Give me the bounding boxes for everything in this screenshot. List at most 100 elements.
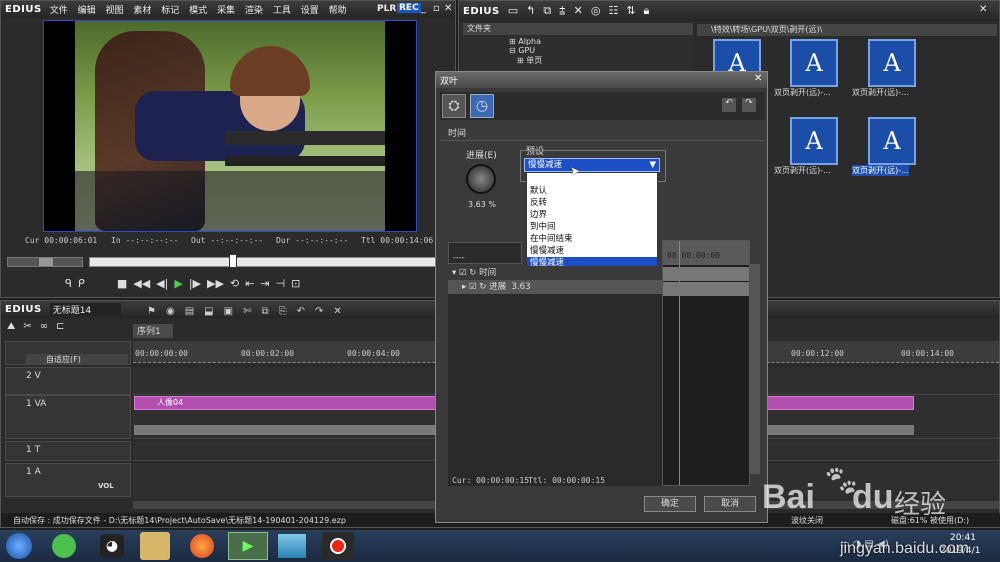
taskbar-app-refresh-icon[interactable] (52, 534, 76, 558)
progress-knob[interactable] (466, 164, 496, 194)
set-out-icon[interactable]: ᑭ (78, 277, 85, 293)
mode-icon[interactable]: ⛰ (7, 321, 15, 335)
new-seq-icon[interactable]: ⚑ (147, 306, 156, 320)
effect-label-4[interactable]: 双页剥开(远)-... (774, 165, 831, 176)
cancel-button[interactable]: 取消 (704, 496, 756, 512)
taskbar-app-edius-icon[interactable]: ▶ (228, 532, 268, 560)
effect-label-3[interactable]: 双页剥开(远)-... (852, 87, 909, 98)
taskbar-app-explorer-icon[interactable] (140, 532, 170, 560)
auto-label[interactable]: 自适应(F) (26, 354, 128, 365)
effect-thumb-3[interactable]: A (868, 39, 916, 87)
position-slider[interactable] (89, 257, 447, 267)
menu-marker[interactable]: 标记 (161, 6, 179, 16)
redo-icon[interactable]: ↷ (315, 306, 323, 320)
dialog-redo-icon[interactable]: ↷ (742, 98, 756, 112)
align-icon[interactable]: ⩲ (559, 4, 565, 18)
restore-icon[interactable]: ▫ (433, 3, 440, 14)
preset-option-border[interactable]: 边界 (527, 209, 657, 221)
rewind-icon[interactable]: ◀◀ (133, 277, 150, 293)
scissors-icon[interactable]: ✄ (243, 306, 251, 320)
new-file-icon[interactable]: ▤ (185, 306, 194, 320)
tab-time[interactable]: 时间 (444, 126, 474, 140)
stop-icon[interactable]: ■ (117, 277, 127, 293)
bin-close-icon[interactable]: ✕ (979, 4, 987, 15)
start-button[interactable] (6, 533, 32, 559)
delete-tl-icon[interactable]: ✕ (333, 306, 341, 320)
taskbar-app-record-icon[interactable] (322, 532, 354, 560)
preset-option-end-middle[interactable]: 在中间结束 (527, 233, 657, 245)
vol-label[interactable]: VOL (98, 482, 114, 490)
export-icon[interactable]: ⊡ (291, 277, 300, 293)
save-icon[interactable]: ▣ (224, 306, 233, 320)
menu-clip[interactable]: 素材 (133, 6, 151, 16)
effect-thumb-2[interactable]: A (790, 39, 838, 87)
track-header-2v[interactable]: 2 V (5, 367, 131, 395)
cut-icon[interactable]: ✂ (23, 321, 31, 335)
preset-option-default[interactable]: 默认 (527, 185, 657, 197)
menu-edit[interactable]: 编辑 (78, 6, 96, 16)
menu-settings[interactable]: 设置 (301, 6, 319, 16)
link-icon[interactable]: ∞ (40, 321, 48, 335)
position-handle[interactable] (229, 254, 237, 268)
tree-alpha[interactable]: ⊞ Alpha (463, 37, 693, 46)
minimize-icon[interactable]: _ (421, 3, 426, 14)
close-icon[interactable]: ✕ (444, 3, 452, 14)
tree-row-progress[interactable]: ▸ ☑ ↻ 进展 3.63 (448, 280, 662, 294)
properties-icon[interactable]: ◎ (591, 4, 601, 18)
lock-icon[interactable]: 🔒︎ (644, 4, 650, 18)
keyframe-nav[interactable]: ---- (448, 242, 522, 264)
effect-thumb-5[interactable]: A (868, 117, 916, 165)
loop-icon[interactable]: ⟲ (230, 277, 239, 293)
track-header-1va[interactable]: 1 VA (5, 395, 131, 439)
preset-option-ease-1[interactable]: 慢慢减速 (527, 245, 657, 257)
copy-tl-icon[interactable]: ⧉ (261, 306, 268, 320)
track-header-1t[interactable]: 1 T (5, 441, 131, 461)
menu-view[interactable]: 视图 (105, 6, 123, 16)
menu-help[interactable]: 帮助 (329, 6, 347, 16)
taskbar-app-firefox-icon[interactable] (190, 534, 214, 558)
copy-icon[interactable]: ⧉ (543, 4, 551, 18)
paste-icon[interactable]: ⎘ (279, 306, 287, 320)
sort-icon[interactable]: ⇅ (626, 4, 635, 18)
track-header-1a[interactable]: 1 A VOL (5, 463, 131, 497)
effect-label-5-selected[interactable]: 双页剥开(远)-... (852, 165, 909, 176)
tree-single[interactable]: ⊞ 单页 (463, 55, 693, 66)
tree-gpu[interactable]: ⊟ GPU (463, 46, 693, 55)
match-frame-icon[interactable]: ⊣ (276, 277, 286, 293)
preset-option-to-middle[interactable]: 到中间 (527, 221, 657, 233)
effect-label-2[interactable]: 双页剥开(远)-... (774, 87, 831, 98)
menu-file[interactable]: 文件 (50, 6, 68, 16)
step-forward-icon[interactable]: |▶ (189, 277, 201, 293)
undo-icon[interactable]: ↶ (297, 306, 305, 320)
up-icon[interactable]: ↰ (526, 4, 535, 18)
keyframe-timeline[interactable]: 00:00:00:00 (662, 240, 750, 486)
view-icon[interactable]: ☷ (608, 4, 618, 18)
plr-label[interactable]: PLR (377, 4, 396, 14)
delete-icon[interactable]: ✕ (574, 4, 583, 18)
dialog-close-icon[interactable]: ✕ (754, 73, 762, 84)
timer-icon[interactable]: ◷ (470, 94, 494, 118)
menu-capture[interactable]: 采集 (217, 6, 235, 16)
menu-render[interactable]: 渲染 (245, 6, 263, 16)
palette-icon[interactable]: ⛭ (442, 94, 466, 118)
tree-row-time[interactable]: ▾ ☑ ↻ 时间 (448, 266, 662, 280)
step-back-icon[interactable]: ◀| (156, 277, 168, 293)
capture-icon[interactable]: ◉ (166, 306, 175, 320)
menu-mode[interactable]: 模式 (189, 6, 207, 16)
play-icon[interactable]: ▶ (174, 277, 182, 293)
shuttle-handle[interactable] (39, 258, 53, 266)
overwrite-icon[interactable]: ⇥ (260, 277, 269, 293)
insert-icon[interactable]: ⇤ (245, 277, 254, 293)
open-icon[interactable]: ⬓ (204, 306, 213, 320)
ok-button[interactable]: 确定 (644, 496, 696, 512)
taskbar-app-window-icon[interactable] (278, 534, 306, 558)
rec-label[interactable]: REC (397, 3, 421, 13)
dialog-undo-icon[interactable]: ↶ (722, 98, 736, 112)
set-in-icon[interactable]: ᑫ (65, 277, 72, 293)
kf-scrollbar[interactable] (750, 264, 760, 474)
taskbar-app-qq-icon[interactable]: ◕ (100, 534, 124, 558)
menu-tools[interactable]: 工具 (273, 6, 291, 16)
sequence-tab[interactable]: 序列1 (133, 324, 173, 338)
folder-icon[interactable]: ▭ (508, 4, 518, 18)
preset-option-reverse[interactable]: 反转 (527, 197, 657, 209)
